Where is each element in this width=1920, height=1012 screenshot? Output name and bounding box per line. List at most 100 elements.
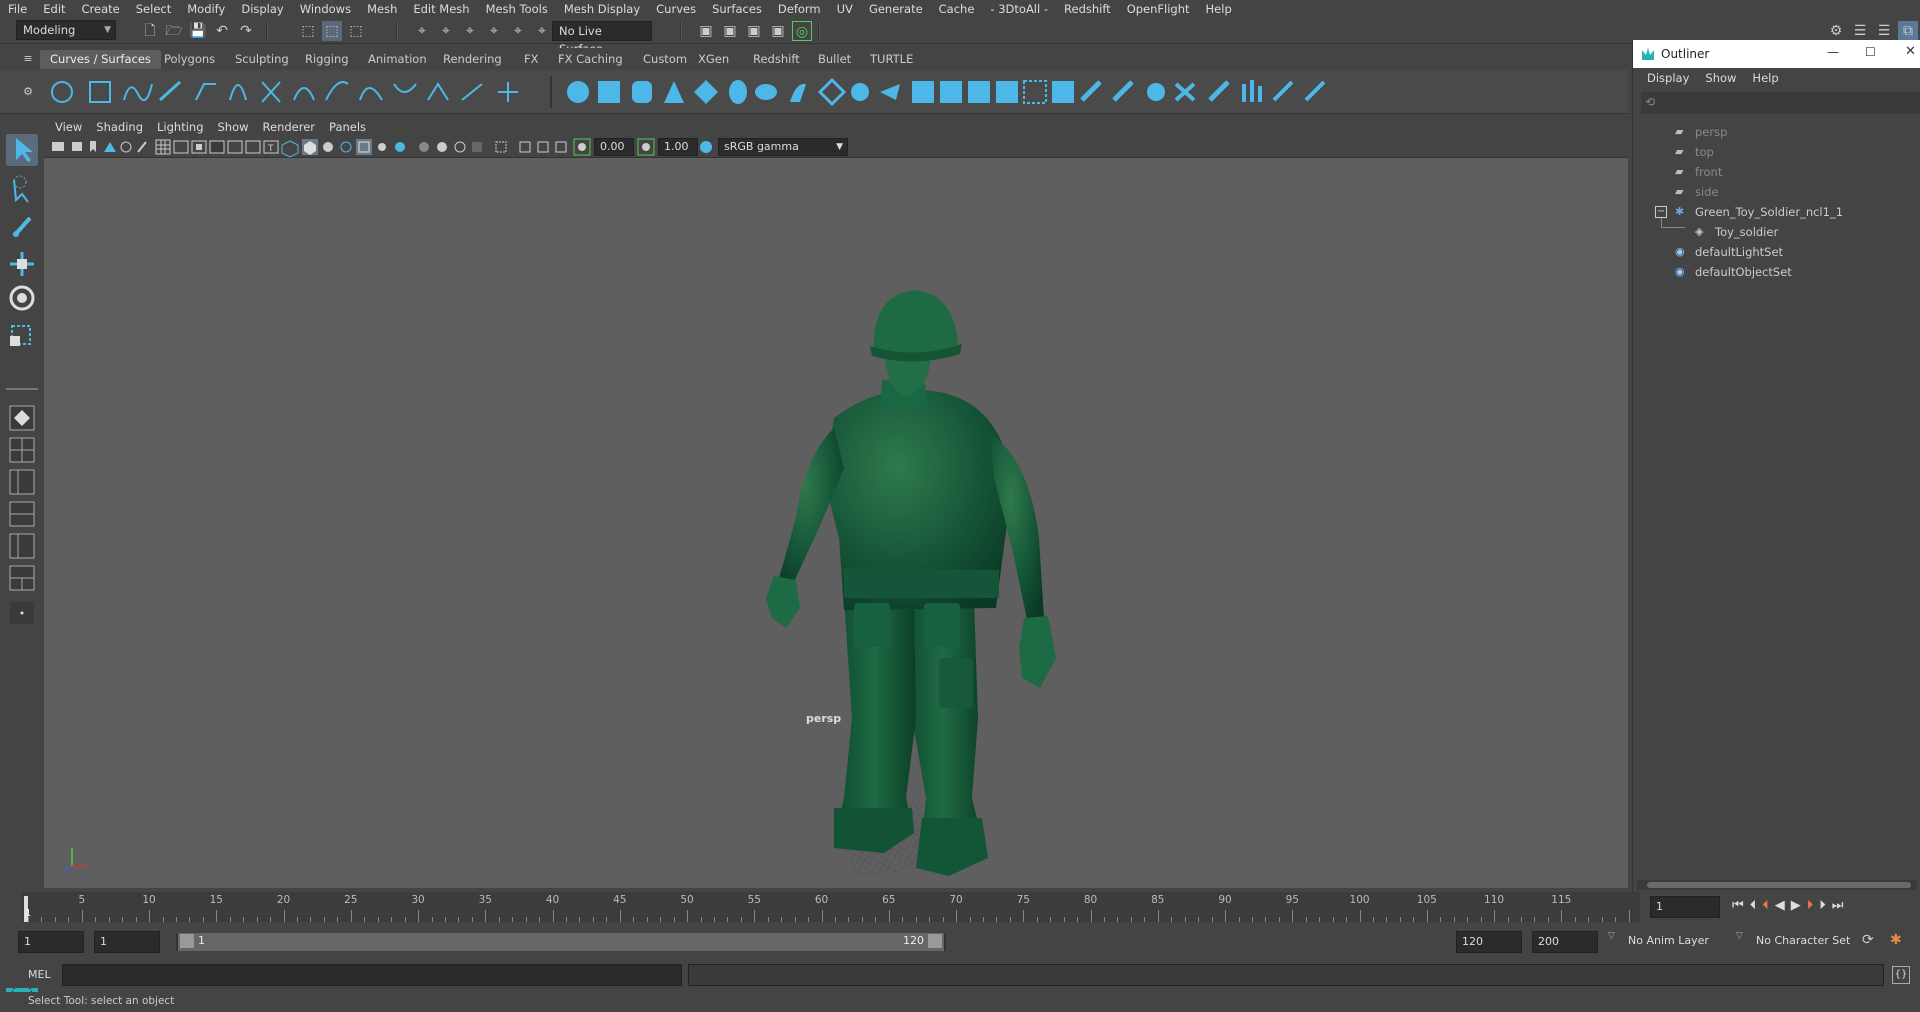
resolution-gate-icon[interactable]: [191, 140, 207, 154]
menu-item[interactable]: Curves: [648, 0, 704, 18]
screen-space-ao-icon[interactable]: [419, 142, 429, 152]
nurbs-sphere-icon[interactable]: [567, 81, 589, 103]
curve-tool-4-icon[interactable]: [359, 87, 383, 101]
anim-layer-selector[interactable]: No Anim Layer: [1628, 934, 1736, 947]
default-material-icon[interactable]: [323, 142, 333, 152]
bevel-icon[interactable]: [968, 81, 990, 103]
outliner-search-field[interactable]: ⟲: [1641, 92, 1920, 114]
curve-tool-2-icon[interactable]: [293, 87, 315, 101]
render-view-icon[interactable]: ◎: [792, 21, 812, 41]
surface-tool-5-icon[interactable]: [1147, 83, 1165, 101]
planar-icon[interactable]: [817, 77, 847, 107]
cv-curve-icon[interactable]: [123, 83, 153, 102]
maximize-icon[interactable]: ☐: [1865, 45, 1876, 59]
command-input[interactable]: [62, 964, 682, 986]
film-gate-icon[interactable]: [173, 140, 189, 154]
textured-icon[interactable]: [356, 139, 372, 155]
safe-action-icon[interactable]: [245, 140, 261, 154]
shelf-tab[interactable]: TURTLE: [860, 50, 923, 69]
outliner-item[interactable]: ▰ front: [1675, 162, 1920, 182]
go-to-end-icon[interactable]: ⏭: [1832, 898, 1850, 913]
field-chart-icon[interactable]: [227, 140, 243, 154]
nurbs-cube-icon[interactable]: [598, 81, 620, 103]
loft-icon[interactable]: [790, 83, 806, 102]
range-slider-bar-fill[interactable]: 1 120: [178, 933, 944, 951]
step-back-key-icon[interactable]: ⏴: [1762, 898, 1775, 913]
redo-icon[interactable]: ↷: [236, 21, 256, 41]
outliner-item[interactable]: ◈ Toy_soldier: [1695, 222, 1920, 242]
time-slider[interactable]: 1 5 10 15 20 25 30 35 40 45 50 55 60 65 70 75 80 85 90 95 1…: [22, 892, 1640, 922]
circle-icon[interactable]: [51, 81, 73, 103]
close-icon[interactable]: ✕: [1905, 44, 1916, 59]
nurbs-cylinder-icon[interactable]: [632, 81, 652, 103]
snap-view-icon[interactable]: ⌖: [484, 21, 504, 41]
animation-end-field[interactable]: 200: [1532, 931, 1598, 953]
render-current-icon[interactable]: ▣: [696, 21, 716, 41]
outliner-horizontal-scrollbar[interactable]: [1637, 880, 1917, 890]
shelf-tab[interactable]: Animation: [358, 50, 437, 69]
auto-key-icon[interactable]: ⟳: [1862, 932, 1874, 948]
snap-grid-icon[interactable]: ⌖: [412, 21, 432, 41]
hypershade-icon[interactable]: ▣: [768, 21, 788, 41]
scrollbar-thumb[interactable]: [1647, 882, 1911, 888]
shelf-tab[interactable]: Rendering: [433, 50, 512, 69]
camera-attributes-icon[interactable]: [72, 142, 82, 151]
isolate-select-icon[interactable]: [495, 141, 507, 153]
play-forward-icon[interactable]: ▶: [1791, 898, 1807, 913]
shelf-tab[interactable]: Rigging: [295, 50, 359, 69]
paint-select-tool-icon[interactable]: [12, 216, 32, 238]
menu-item[interactable]: Edit: [35, 0, 73, 18]
camera-select-icon[interactable]: [52, 142, 64, 151]
menu-item[interactable]: - 3DtoAll -: [982, 0, 1056, 18]
square-icon[interactable]: [89, 81, 111, 103]
menu-item[interactable]: Redshift: [1056, 0, 1119, 18]
surface-tool-1-icon[interactable]: [1023, 80, 1047, 104]
curve-tool-5-icon[interactable]: [393, 83, 417, 93]
boundary-icon[interactable]: [912, 81, 934, 103]
menu-item[interactable]: File: [0, 0, 35, 18]
viewport-menu-item[interactable]: Panels: [322, 120, 373, 134]
2d-pan-zoom-icon[interactable]: [120, 141, 132, 153]
single-pane-layout-icon[interactable]: [9, 405, 35, 431]
sculpt-icon[interactable]: [1272, 80, 1294, 102]
range-end-handle[interactable]: [928, 934, 942, 948]
xray-components-icon[interactable]: [555, 141, 567, 153]
layout-toggle-icon[interactable]: ☰: [1874, 21, 1894, 41]
exposure-toggle-icon[interactable]: [573, 138, 591, 156]
menu-item[interactable]: Display: [233, 0, 291, 18]
pencil-curve-icon[interactable]: [195, 83, 216, 101]
menu-item[interactable]: Cache: [931, 0, 983, 18]
viewport-menu-item[interactable]: Show: [211, 120, 256, 134]
step-forward-key-icon[interactable]: ⏵: [1807, 898, 1820, 913]
select-hierarchy-icon[interactable]: ⬚: [298, 21, 318, 41]
character-set-selector[interactable]: No Character Set: [1756, 934, 1866, 947]
rotate-tool-icon[interactable]: [9, 285, 35, 311]
channel-box-icon[interactable]: ⧉: [1898, 21, 1918, 41]
menu-item[interactable]: Modify: [179, 0, 233, 18]
safe-title-icon[interactable]: T: [263, 140, 279, 154]
shelf-tab[interactable]: FX Caching: [548, 50, 633, 69]
workspace-icon[interactable]: ⚙: [1826, 21, 1846, 41]
shelf-tab[interactable]: Sculpting: [225, 50, 299, 69]
menu-item[interactable]: OpenFlight: [1119, 0, 1198, 18]
four-pane-layout-icon[interactable]: [9, 437, 35, 463]
script-editor-icon[interactable]: {}: [1892, 966, 1910, 984]
collapse-icon[interactable]: −: [1655, 206, 1667, 218]
menu-item[interactable]: Surfaces: [704, 0, 770, 18]
shelf-tab[interactable]: Redshift: [743, 50, 810, 69]
paint-icon[interactable]: [1304, 80, 1326, 102]
chevron-down-icon[interactable]: ▽: [1736, 931, 1743, 941]
outliner-menu-item[interactable]: Display: [1639, 71, 1697, 85]
range-slider[interactable]: 1 120: [176, 933, 946, 951]
menu-item[interactable]: Windows: [292, 0, 359, 18]
exposure-field[interactable]: 0.00: [594, 138, 634, 156]
surface-tool-8-icon[interactable]: [1242, 80, 1262, 102]
outliner-layout-icon[interactable]: [9, 501, 35, 527]
current-frame-field[interactable]: 1: [1650, 896, 1720, 918]
outliner-item[interactable]: ◉ defaultObjectSet: [1675, 262, 1920, 282]
grid-icon[interactable]: [155, 139, 171, 155]
toy-soldier-model[interactable]: [766, 290, 1056, 876]
surface-tool-4-icon[interactable]: [1112, 80, 1134, 102]
outliner-menu-item[interactable]: Show: [1697, 71, 1744, 85]
xray-icon[interactable]: [519, 141, 531, 153]
